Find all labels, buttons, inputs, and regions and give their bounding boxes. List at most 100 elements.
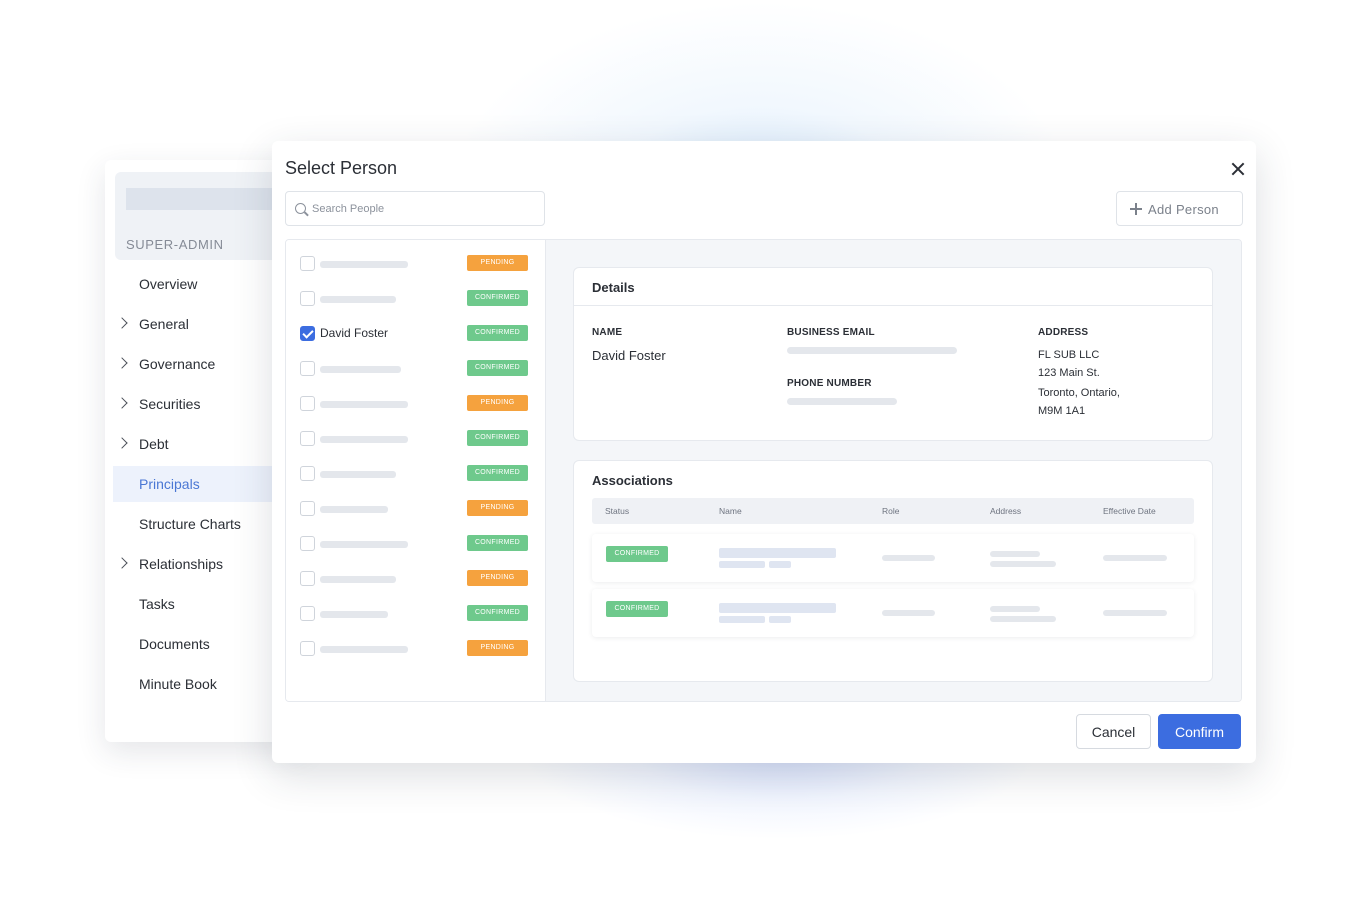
sidebar-item-label: General [139,316,189,332]
list-item[interactable]: CONFIRMED [300,358,530,378]
associations-card: Associations Status Name Role Address Ef… [573,460,1213,682]
column-address: Address [990,506,1022,516]
column-role: Role [882,506,900,516]
name-placeholder [320,506,388,513]
column-status: Status [605,506,630,516]
checkbox[interactable] [300,501,315,516]
name-placeholder [320,471,396,478]
name-placeholder [769,561,791,568]
status-badge: PENDING [467,255,528,271]
checkbox[interactable] [300,396,315,411]
status-badge: CONFIRMED [467,430,528,446]
column-effective-date: Effective Date [1103,506,1156,516]
list-item[interactable]: CONFIRMED [300,428,530,448]
checkbox[interactable] [300,536,315,551]
list-item[interactable]: CONFIRMED [300,603,530,623]
sidebar-item-label: Tasks [139,596,175,612]
chevron-right-icon [116,397,128,409]
person-detail-panel: Details NAME David Foster BUSINESS EMAIL… [546,240,1241,701]
confirm-button[interactable]: Confirm [1158,714,1241,749]
name-placeholder [320,401,408,408]
sidebar-item-label: Principals [139,476,200,492]
table-header: Status Name Role Address Effective Date [592,498,1194,524]
list-item[interactable]: CONFIRMED [300,533,530,553]
status-badge: CONFIRMED [606,546,668,562]
sidebar-item-label: Documents [139,636,210,652]
address-placeholder [990,616,1056,622]
chevron-right-icon [116,317,128,329]
associations-title: Associations [592,473,673,488]
name-placeholder [320,261,408,268]
list-item[interactable]: PENDING [300,393,530,413]
address-line: FL SUB LLC [1038,349,1100,361]
email-placeholder [787,347,957,354]
sidebar-item-label: Minute Book [139,676,217,692]
name-placeholder [719,548,836,558]
sidebar-item-label: Relationships [139,556,224,572]
name-placeholder [719,561,765,568]
address-line: Toronto, Ontario, [1038,387,1120,399]
search-field[interactable] [285,191,545,226]
checkbox[interactable] [300,431,315,446]
chevron-right-icon [116,437,128,449]
name-placeholder [719,603,836,613]
checkbox[interactable] [300,466,315,481]
list-item[interactable]: David Foster CONFIRMED [300,323,530,343]
name-value: David Foster [592,348,666,363]
checkbox[interactable] [300,361,315,376]
list-item[interactable]: PENDING [300,568,530,588]
modal-body: PENDING CONFIRMED David Foster CONFIRMED… [285,239,1242,702]
list-item[interactable]: CONFIRMED [300,463,530,483]
name-placeholder [320,611,388,618]
list-item[interactable]: PENDING [300,498,530,518]
people-list: PENDING CONFIRMED David Foster CONFIRMED… [286,240,546,701]
date-placeholder [1103,555,1167,561]
phone-number-label: PHONE NUMBER [787,378,872,389]
column-name: Name [719,506,742,516]
modal-title: Select Person [285,158,398,178]
table-row[interactable]: CONFIRMED [592,534,1194,582]
close-icon[interactable] [1229,160,1247,178]
checkbox-checked[interactable] [300,326,315,341]
search-input[interactable] [312,198,537,220]
checkbox[interactable] [300,291,315,306]
list-item[interactable]: CONFIRMED [300,288,530,308]
list-item[interactable]: PENDING [300,638,530,658]
details-title: Details [592,280,635,295]
name-placeholder [719,616,765,623]
address-placeholder [990,551,1040,557]
details-card: Details NAME David Foster BUSINESS EMAIL… [573,267,1213,441]
list-item[interactable]: PENDING [300,253,530,273]
phone-placeholder [787,398,897,405]
name-placeholder [320,436,408,443]
sidebar-item-label: Securities [139,396,201,412]
person-name: David Foster [320,326,389,340]
checkbox[interactable] [300,256,315,271]
address-placeholder [990,561,1056,567]
checkbox[interactable] [300,641,315,656]
address-label: ADDRESS [1038,327,1089,338]
cancel-button[interactable]: Cancel [1076,714,1151,749]
checkbox[interactable] [300,571,315,586]
status-badge: PENDING [467,640,528,656]
user-role: SUPER-ADMIN [126,237,224,252]
select-person-modal: Select Person Add Person PENDING CONFIRM… [272,141,1256,763]
chevron-right-icon [116,357,128,369]
name-placeholder [320,646,408,653]
add-person-button[interactable]: Add Person [1116,191,1243,226]
status-badge: CONFIRMED [467,360,528,376]
status-badge: CONFIRMED [467,605,528,621]
sidebar-item-label: Governance [139,356,216,372]
status-badge: CONFIRMED [467,465,528,481]
business-email-label: BUSINESS EMAIL [787,327,875,338]
sidebar-item-label: Debt [139,436,169,452]
table-row[interactable]: CONFIRMED [592,589,1194,637]
role-placeholder [882,610,935,616]
status-badge: PENDING [467,395,528,411]
checkbox[interactable] [300,606,315,621]
status-badge: CONFIRMED [606,601,668,617]
status-badge: CONFIRMED [467,325,528,341]
sidebar-item-label: Structure Charts [139,516,241,532]
status-badge: PENDING [467,570,528,586]
address-placeholder [990,606,1040,612]
